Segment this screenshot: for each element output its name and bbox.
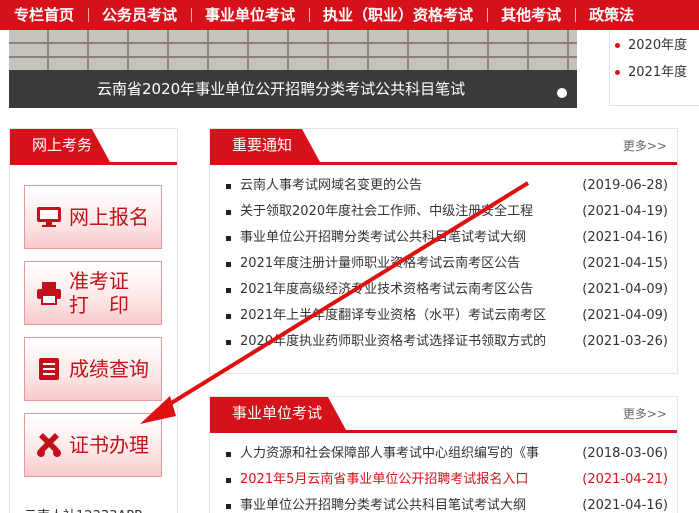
news-date: (2021-04-09) [582, 282, 668, 297]
notice-more-link[interactable]: 更多>> [623, 137, 667, 154]
nav-civil-servant[interactable]: 公务员考试 [88, 0, 191, 30]
news-date: (2018-03-06) [582, 446, 668, 461]
news-item[interactable]: 关于领取2020年度社会工作师、中级注册安全工程 (2021-04-19) [220, 199, 668, 225]
news-title[interactable]: 云南人事考试网域名变更的公告 [240, 173, 570, 199]
news-title[interactable]: 事业单位公开招聘分类考试公共科目笔试考试大纲 [240, 225, 570, 251]
nav-public-institution[interactable]: 事业单位考试 [191, 0, 309, 30]
panel-title: 网上考务 [10, 129, 111, 162]
exam-header: 事业单位考试 更多>> [210, 397, 677, 433]
nav-policy[interactable]: 政策法 [575, 0, 648, 30]
news-item[interactable]: 2021年度高级经济专业技术资格考试云南考区公告 (2021-04-09) [220, 277, 668, 303]
news-item[interactable]: 2021年5月云南省事业单位公开招聘考试报名入口 (2021-04-21) [220, 467, 668, 493]
button-label: 准考证 打 印 [69, 269, 129, 317]
top-nav: 专栏首页 公务员考试 事业单位考试 执业（职业）资格考试 其他考试 政策法 [0, 0, 699, 30]
news-date: (2021-04-19) [582, 204, 668, 219]
tools-icon [35, 431, 63, 459]
nav-home[interactable]: 专栏首页 [0, 0, 88, 30]
exam-panel: 事业单位考试 更多>> 人力资源和社会保障部人事考试中心组织编写的《事 (2018… [209, 396, 678, 513]
certificate-button[interactable]: 证书办理 [24, 413, 162, 477]
news-item[interactable]: 2021年上半年度翻译专业资格（水平）考试云南考区 (2021-04-09) [220, 303, 668, 329]
side-news-item[interactable]: 2021年度 [610, 59, 699, 86]
button-label: 网上报名 [69, 205, 149, 229]
news-date: (2021-04-21) [582, 472, 668, 487]
news-item[interactable]: 2020年度执业药师职业资格考试选择证书领取方式的 (2021-03-26) [220, 329, 668, 355]
nav-qualification[interactable]: 执业（职业）资格考试 [309, 0, 487, 30]
hotline-text: 云南人社12333APP [24, 505, 142, 513]
notice-title: 重要通知 [210, 129, 320, 162]
nav-other-exams[interactable]: 其他考试 [487, 0, 575, 30]
news-title[interactable]: 人力资源和社会保障部人事考试中心组织编写的《事 [240, 441, 570, 467]
notice-panel: 重要通知 更多>> 云南人事考试网域名变更的公告 (2019-06-28) 关于领取… [209, 128, 678, 374]
button-label: 成绩查询 [69, 357, 149, 381]
news-title[interactable]: 2021年度高级经济专业技术资格考试云南考区公告 [240, 277, 570, 303]
news-title[interactable]: 2021年度注册计量师职业资格考试云南考区公告 [240, 251, 570, 277]
exam-more-link[interactable]: 更多>> [623, 405, 667, 422]
news-title[interactable]: 2021年5月云南省事业单位公开招聘考试报名入口 [240, 467, 570, 493]
page-root: 专栏首页 公务员考试 事业单位考试 执业（职业）资格考试 其他考试 政策法 云南… [0, 0, 699, 513]
online-exam-panel: 网上考务 网上报名 准考证 打 印 成绩查询 证书办理 云南人社123 [9, 128, 178, 513]
news-date: (2021-04-16) [582, 498, 668, 513]
exam-title: 事业单位考试 [210, 397, 346, 430]
banner-caption[interactable]: 云南省2020年事业单位公开招聘分类考试公共科目笔试 [9, 70, 577, 108]
printer-icon [35, 279, 63, 307]
news-title[interactable]: 2021年上半年度翻译专业资格（水平）考试云南考区 [240, 303, 570, 329]
monitor-icon [35, 203, 63, 231]
admission-ticket-button[interactable]: 准考证 打 印 [24, 261, 162, 325]
score-query-button[interactable]: 成绩查询 [24, 337, 162, 401]
news-item[interactable]: 事业单位公开招聘分类考试公共科目笔试考试大纲 (2021-04-16) [220, 493, 668, 513]
online-registration-button[interactable]: 网上报名 [24, 185, 162, 249]
news-date: (2021-03-26) [582, 334, 668, 349]
banner-slide[interactable]: 云南省2020年事业单位公开招聘分类考试公共科目笔试 [9, 30, 577, 108]
side-news-list: 2020年度 2021年度 [609, 30, 699, 106]
news-title[interactable]: 事业单位公开招聘分类考试公共科目笔试考试大纲 [240, 493, 570, 513]
slide-dot[interactable] [557, 88, 567, 98]
list-icon [35, 355, 63, 383]
news-date: (2019-06-28) [582, 178, 668, 193]
exam-list: 人力资源和社会保障部人事考试中心组织编写的《事 (2018-03-06) 2021年… [220, 441, 668, 513]
news-date: (2021-04-09) [582, 308, 668, 323]
notice-header: 重要通知 更多>> [210, 129, 677, 165]
news-item[interactable]: 人力资源和社会保障部人事考试中心组织编写的《事 (2018-03-06) [220, 441, 668, 467]
banner-image-rows [9, 30, 577, 70]
news-date: (2021-04-15) [582, 256, 668, 271]
button-label: 证书办理 [69, 433, 149, 457]
panel-header: 网上考务 [10, 129, 177, 165]
news-item[interactable]: 2021年度注册计量师职业资格考试云南考区公告 (2021-04-15) [220, 251, 668, 277]
news-item[interactable]: 事业单位公开招聘分类考试公共科目笔试考试大纲 (2021-04-16) [220, 225, 668, 251]
news-date: (2021-04-16) [582, 230, 668, 245]
notice-list: 云南人事考试网域名变更的公告 (2019-06-28) 关于领取2020年度社会工作… [220, 173, 668, 355]
news-item[interactable]: 云南人事考试网域名变更的公告 (2019-06-28) [220, 173, 668, 199]
news-title[interactable]: 关于领取2020年度社会工作师、中级注册安全工程 [240, 199, 570, 225]
news-title[interactable]: 2020年度执业药师职业资格考试选择证书领取方式的 [240, 329, 570, 355]
side-news-item[interactable]: 2020年度 [610, 32, 699, 59]
